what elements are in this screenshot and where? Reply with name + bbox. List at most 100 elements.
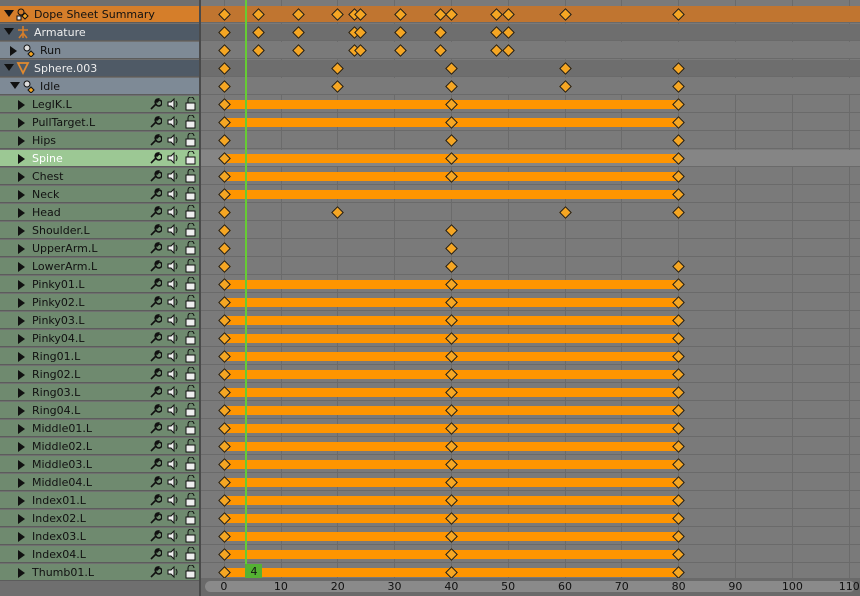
lock-icon[interactable] xyxy=(184,456,196,472)
current-frame-badge[interactable]: 4 xyxy=(245,564,263,579)
wrench-icon[interactable] xyxy=(148,115,163,130)
channel-row[interactable]: Ring01.L xyxy=(0,348,199,365)
lock-icon[interactable] xyxy=(184,348,196,364)
expand-arrow-right-icon[interactable] xyxy=(18,244,25,254)
wrench-icon[interactable] xyxy=(148,313,163,328)
channel-row[interactable]: Shoulder.L xyxy=(0,222,199,239)
speaker-icon[interactable] xyxy=(166,457,180,472)
keyframe[interactable] xyxy=(672,206,686,219)
channel-row[interactable]: Ring04.L xyxy=(0,402,199,419)
speaker-icon[interactable] xyxy=(166,439,180,454)
keyframe[interactable] xyxy=(251,8,265,21)
speaker-icon[interactable] xyxy=(166,421,180,436)
expand-arrow-right-icon[interactable] xyxy=(18,280,25,290)
wrench-icon[interactable] xyxy=(148,439,163,454)
channel-row[interactable]: Middle02.L xyxy=(0,438,199,455)
lock-icon[interactable] xyxy=(184,330,196,346)
keyframe[interactable] xyxy=(433,26,447,39)
wrench-icon[interactable] xyxy=(148,97,163,112)
keyframe[interactable] xyxy=(558,8,572,21)
hold-bar[interactable] xyxy=(223,190,679,199)
keyframe[interactable] xyxy=(445,260,458,273)
keyframe[interactable] xyxy=(217,260,231,273)
channel-row[interactable]: Middle04.L xyxy=(0,474,199,491)
expand-arrow-right-icon[interactable] xyxy=(18,100,25,110)
horizontal-scrollbar[interactable] xyxy=(205,581,855,592)
wrench-icon[interactable] xyxy=(148,385,163,400)
channel-row[interactable]: Neck xyxy=(0,186,199,203)
keyframe[interactable] xyxy=(217,44,231,57)
expand-arrow-down-icon[interactable] xyxy=(10,82,20,89)
keyframe[interactable] xyxy=(331,206,345,219)
wrench-icon[interactable] xyxy=(148,169,163,184)
keyframe[interactable] xyxy=(217,134,231,147)
keyframe[interactable] xyxy=(393,26,407,39)
channel-row[interactable]: Ring03.L xyxy=(0,384,199,401)
keyframe[interactable] xyxy=(558,80,572,93)
expand-arrow-right-icon[interactable] xyxy=(18,514,25,524)
speaker-icon[interactable] xyxy=(166,259,180,274)
channel-row[interactable]: UpperArm.L xyxy=(0,240,199,257)
channel-row[interactable]: Idle xyxy=(0,78,199,95)
channel-row[interactable]: LegIK.L xyxy=(0,96,199,113)
speaker-icon[interactable] xyxy=(166,565,180,580)
expand-arrow-right-icon[interactable] xyxy=(18,550,25,560)
wrench-icon[interactable] xyxy=(148,511,163,526)
keyframe[interactable] xyxy=(217,62,231,75)
expand-arrow-right-icon[interactable] xyxy=(18,370,25,380)
lock-icon[interactable] xyxy=(184,186,196,202)
lock-icon[interactable] xyxy=(184,438,196,454)
keyframe[interactable] xyxy=(501,44,515,57)
wrench-icon[interactable] xyxy=(148,349,163,364)
lock-icon[interactable] xyxy=(184,510,196,526)
wrench-icon[interactable] xyxy=(148,493,163,508)
keyframe[interactable] xyxy=(331,62,345,75)
wrench-icon[interactable] xyxy=(148,331,163,346)
expand-arrow-right-icon[interactable] xyxy=(18,136,25,146)
keyframe[interactable] xyxy=(558,62,572,75)
lock-icon[interactable] xyxy=(184,222,196,238)
channel-row[interactable]: Index02.L xyxy=(0,510,199,527)
expand-arrow-down-icon[interactable] xyxy=(4,10,14,17)
speaker-icon[interactable] xyxy=(166,277,180,292)
wrench-icon[interactable] xyxy=(148,547,163,562)
lock-icon[interactable] xyxy=(184,366,196,382)
keyframe[interactable] xyxy=(672,62,686,75)
wrench-icon[interactable] xyxy=(148,151,163,166)
wrench-icon[interactable] xyxy=(148,277,163,292)
speaker-icon[interactable] xyxy=(166,403,180,418)
expand-arrow-right-icon[interactable] xyxy=(18,316,25,326)
lock-icon[interactable] xyxy=(184,546,196,562)
expand-arrow-right-icon[interactable] xyxy=(18,190,25,200)
channel-row[interactable]: Middle03.L xyxy=(0,456,199,473)
speaker-icon[interactable] xyxy=(166,349,180,364)
wrench-icon[interactable] xyxy=(148,133,163,148)
lock-icon[interactable] xyxy=(184,204,196,220)
channel-row[interactable]: Index04.L xyxy=(0,546,199,563)
channel-row[interactable]: Pinky01.L xyxy=(0,276,199,293)
channel-row[interactable]: Pinky03.L xyxy=(0,312,199,329)
expand-arrow-down-icon[interactable] xyxy=(4,64,14,71)
speaker-icon[interactable] xyxy=(166,385,180,400)
wrench-icon[interactable] xyxy=(148,241,163,256)
channel-row[interactable]: Index01.L xyxy=(0,492,199,509)
keyframe[interactable] xyxy=(501,26,515,39)
wrench-icon[interactable] xyxy=(148,529,163,544)
channel-row[interactable]: Thumb01.L xyxy=(0,564,199,581)
expand-arrow-right-icon[interactable] xyxy=(18,532,25,542)
wrench-icon[interactable] xyxy=(148,565,163,580)
channel-row[interactable]: Dope Sheet Summary xyxy=(0,6,199,23)
keyframe[interactable] xyxy=(393,8,407,21)
channel-row[interactable]: Armature xyxy=(0,24,199,41)
lock-icon[interactable] xyxy=(184,420,196,436)
keyframe[interactable] xyxy=(291,8,305,21)
wrench-icon[interactable] xyxy=(148,187,163,202)
keyframe[interactable] xyxy=(672,134,686,147)
keyframe[interactable] xyxy=(558,206,572,219)
lock-icon[interactable] xyxy=(184,474,196,490)
speaker-icon[interactable] xyxy=(166,475,180,490)
keyframe[interactable] xyxy=(331,80,345,93)
channel-row[interactable]: Hips xyxy=(0,132,199,149)
expand-arrow-right-icon[interactable] xyxy=(18,568,25,578)
keyframe[interactable] xyxy=(445,80,458,93)
